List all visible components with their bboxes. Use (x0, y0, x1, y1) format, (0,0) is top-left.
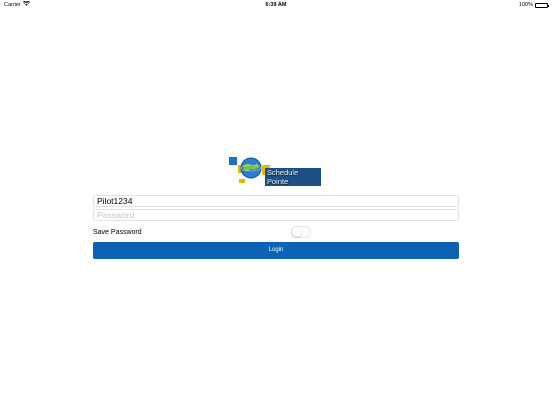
status-right: 100% (518, 0, 549, 10)
battery-percent: 100% (518, 2, 533, 8)
toggle-knob (292, 227, 302, 237)
logo-text: Schedule Pointe (265, 168, 321, 186)
battery-icon (535, 2, 549, 8)
password-field[interactable] (93, 209, 459, 221)
save-password-label: Save Password (93, 229, 142, 236)
clock: 6:39 AM (265, 2, 287, 8)
save-password-toggle[interactable] (291, 226, 311, 238)
app-logo: Schedule Pointe (229, 154, 321, 186)
status-bar: Carrier 6:39 AM 100% (0, 0, 552, 10)
username-field[interactable] (93, 195, 459, 207)
login-button[interactable]: Login (93, 242, 459, 259)
